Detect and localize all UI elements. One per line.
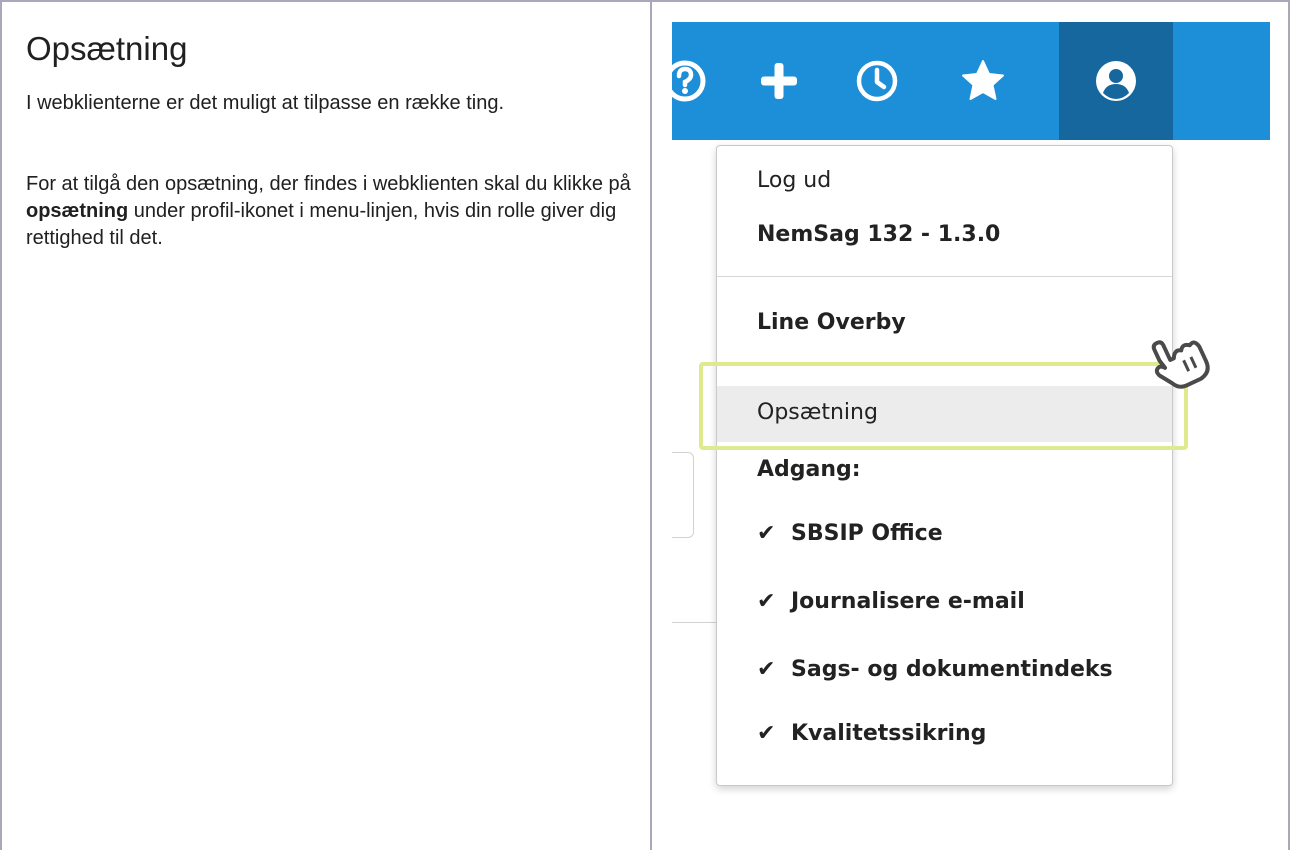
article-intro: I webklienterne er det muligt at tilpass…: [26, 92, 505, 114]
access-item-label: SBSIP Office: [791, 521, 943, 546]
access-item-label: Sags- og dokumentindeks: [791, 657, 1113, 682]
checkmark-icon: ✔: [757, 521, 776, 546]
checkmark-icon: ✔: [757, 589, 776, 614]
menu-version-label: NemSag 132 - 1.3.0: [757, 222, 1001, 247]
star-icon[interactable]: [958, 56, 1008, 106]
access-item: ✔ Sags- og dokumentindeks: [757, 657, 1113, 682]
pointer-hand-icon: [1140, 322, 1220, 402]
paragraph-bold-term: opsætning: [26, 200, 129, 222]
settings-highlight-frame: [699, 362, 1188, 450]
checkmark-icon: ✔: [757, 657, 776, 682]
menu-item-logout[interactable]: Log ud: [757, 168, 831, 193]
access-item: ✔ SBSIP Office: [757, 521, 943, 546]
article-panel: Opsætning I webklienterne er det muligt …: [26, 30, 636, 252]
access-item: ✔ Kvalitetssikring: [757, 721, 986, 746]
article-paragraph: For at tilgå den opsætning, der findes i…: [26, 171, 636, 252]
access-item-label: Kvalitetssikring: [791, 721, 987, 746]
profile-icon[interactable]: [1091, 56, 1141, 106]
help-icon[interactable]: [672, 56, 710, 106]
plus-icon[interactable]: [754, 56, 804, 106]
paragraph-text-start: For at tilgå den opsætning, der findes i…: [26, 173, 631, 195]
profile-dropdown-menu: Log ud NemSag 132 - 1.3.0 Line Overby Op…: [716, 145, 1173, 786]
panel-divider: [650, 0, 652, 850]
background-divider: [672, 622, 718, 623]
clock-icon[interactable]: [852, 56, 902, 106]
menu-access-heading: Adgang:: [757, 457, 861, 482]
menu-user-name: Line Overby: [757, 310, 906, 335]
checkmark-icon: ✔: [757, 721, 776, 746]
background-card: [672, 452, 694, 538]
article-title: Opsætning: [26, 30, 188, 67]
top-menu-bar: [672, 22, 1270, 140]
access-item-label: Journalisere e-mail: [791, 589, 1025, 614]
access-item: ✔ Journalisere e-mail: [757, 589, 1025, 614]
menu-separator: [717, 276, 1172, 277]
